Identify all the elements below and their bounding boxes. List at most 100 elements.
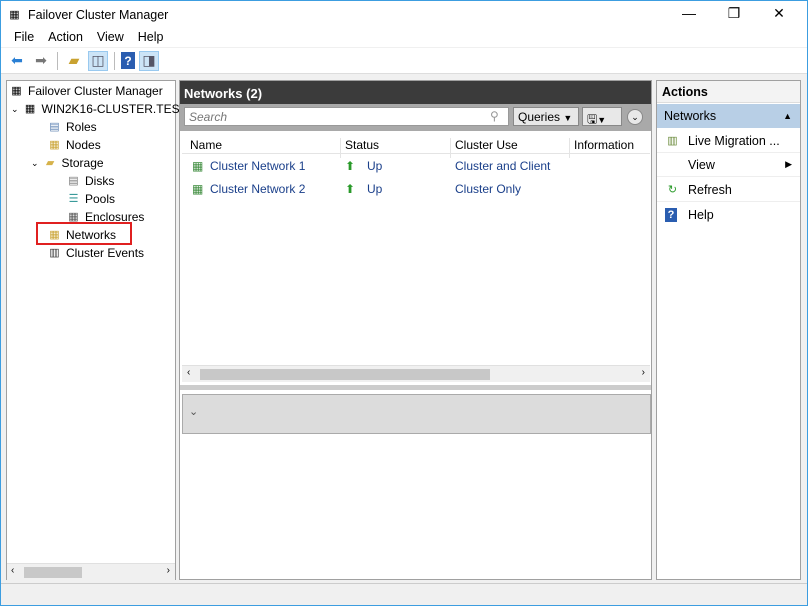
menu-file[interactable]: File	[7, 29, 41, 47]
action-help[interactable]: ? Help	[657, 203, 800, 227]
list-horizontal-scrollbar[interactable]: ‹ ›	[182, 365, 650, 382]
tree-label: WIN2K16-CLUSTER.TES	[41, 102, 180, 116]
tree-item-cluster[interactable]: ⌄ ▦ WIN2K16-CLUSTER.TES	[11, 100, 180, 118]
row-cluster-use: Cluster Only	[455, 182, 522, 196]
actions-title: Actions	[657, 81, 800, 103]
queries-label: Queries	[518, 110, 561, 124]
collapse-icon[interactable]: ▲	[783, 111, 792, 121]
cluster-app-icon: ▦	[9, 9, 20, 21]
nodes-icon: ▦	[49, 139, 60, 151]
networks-pane: Networks (2) Search ⚲ Queries ▼ 🖫▼ ⌄ Nam…	[179, 80, 652, 580]
tree-item-pools[interactable]: ☰ Pools	[66, 190, 115, 208]
menu-view[interactable]: View	[90, 29, 131, 47]
row-status: Up	[367, 182, 383, 196]
maximize-button[interactable]: ❐	[719, 5, 749, 22]
scroll-thumb[interactable]	[24, 567, 82, 578]
roles-icon: ▤	[49, 121, 60, 133]
column-status[interactable]: Status	[345, 138, 379, 152]
tree-item-nodes[interactable]: ▦ Nodes	[47, 136, 101, 154]
expand-icon[interactable]: ⌄	[627, 109, 643, 125]
storage-folder-icon: ▰	[45, 157, 55, 169]
splitter[interactable]	[180, 385, 651, 390]
tree-horizontal-scrollbar[interactable]: ‹ ›	[7, 563, 175, 580]
live-migration-icon: ▥	[667, 134, 678, 147]
search-input[interactable]: Search	[184, 107, 509, 126]
help-icon[interactable]: ?	[121, 52, 135, 69]
save-query-button[interactable]: 🖫▼	[582, 107, 622, 126]
tree-label: Failover Cluster Manager	[28, 84, 163, 98]
search-icon[interactable]: ⚲	[490, 109, 499, 123]
minimize-button[interactable]: —	[674, 5, 704, 21]
save-icon: 🖫	[587, 112, 598, 126]
status-bar	[1, 583, 807, 605]
queries-button[interactable]: Queries ▼	[513, 107, 579, 126]
scroll-left-icon[interactable]: ‹	[11, 565, 14, 576]
action-label: Live Migration ...	[688, 133, 780, 148]
row-status: Up	[367, 159, 383, 173]
up-folder-icon[interactable]: ▰	[64, 51, 84, 71]
network-icon: ▦	[192, 159, 204, 173]
forward-icon[interactable]: ➡	[31, 51, 51, 71]
row-name: Cluster Network 2	[210, 182, 306, 196]
tree-item-storage[interactable]: ⌄ ▰ Storage	[31, 154, 104, 172]
toolbar-divider	[57, 51, 58, 70]
tree-item-root[interactable]: ▦ Failover Cluster Manager	[9, 82, 163, 100]
status-up-icon: ⬆	[345, 159, 356, 173]
show-hide-console-tree-icon[interactable]: ◫	[88, 50, 108, 71]
highlight-box	[36, 222, 132, 245]
help-icon: ?	[665, 208, 677, 222]
search-bar: Search ⚲ Queries ▼ 🖫▼ ⌄	[180, 104, 651, 131]
scroll-left-icon[interactable]: ‹	[187, 367, 190, 378]
column-cluster-use[interactable]: Cluster Use	[455, 138, 518, 152]
chevron-down-icon[interactable]: ⌄	[31, 158, 39, 169]
action-label: Help	[688, 208, 714, 222]
back-icon[interactable]: ⬅	[7, 51, 27, 71]
app-window: ▦ Failover Cluster Manager — ❐ ✕ File Ac…	[0, 0, 808, 606]
window-title: Failover Cluster Manager	[28, 8, 169, 22]
tree-label: Nodes	[66, 138, 101, 152]
tree-label: Pools	[85, 192, 116, 206]
close-button[interactable]: ✕	[764, 5, 794, 22]
action-view[interactable]: View ▶	[657, 153, 800, 177]
menu-action[interactable]: Action	[41, 29, 90, 47]
actions-pane: Actions Networks ▲ ▥ Live Migration ... Vi…	[656, 80, 801, 580]
menu-help[interactable]: Help	[131, 29, 171, 47]
section-label: Networks	[664, 109, 717, 123]
tree-label: Storage	[61, 156, 104, 170]
row-name: Cluster Network 1	[210, 159, 306, 173]
chevron-down-icon[interactable]: ⌄	[189, 405, 198, 418]
toolbar: ⬅ ➡ ▰ ◫ ? ◨	[1, 48, 807, 74]
scroll-right-icon[interactable]: ›	[167, 565, 170, 576]
tree-item-cluster-events[interactable]: ▥ Cluster Events	[47, 244, 144, 262]
dropdown-arrow-icon: ▼	[563, 113, 573, 123]
chevron-down-icon[interactable]: ⌄	[11, 104, 19, 115]
show-hide-action-pane-icon[interactable]: ◨	[139, 50, 159, 71]
action-live-migration[interactable]: ▥ Live Migration ...	[657, 129, 800, 153]
refresh-icon: ↻	[667, 183, 678, 196]
tree-item-disks[interactable]: ▤ Disks	[66, 172, 114, 190]
console-tree: ▦ Failover Cluster Manager ⌄ ▦ WIN2K16-CLUS…	[6, 80, 180, 580]
action-label: Refresh	[688, 182, 732, 197]
tree-item-roles[interactable]: ▤ Roles	[47, 118, 97, 136]
table-row[interactable]: ▦ Cluster Network 1 ⬆ Up Cluster and Cli…	[182, 155, 650, 177]
scroll-right-icon[interactable]: ›	[642, 367, 645, 378]
menu-bar: File Action View Help	[1, 29, 807, 47]
tree-label: Roles	[66, 120, 97, 134]
actions-section-networks[interactable]: Networks ▲	[657, 104, 800, 128]
action-refresh[interactable]: ↻ Refresh	[657, 178, 800, 202]
pools-icon: ☰	[68, 193, 79, 205]
tree-label: Cluster Events	[66, 246, 145, 260]
pane-title: Networks (2)	[180, 81, 651, 104]
scroll-thumb[interactable]	[200, 369, 490, 380]
cluster-icon: ▦	[11, 85, 22, 97]
submenu-arrow-icon: ▶	[785, 159, 792, 169]
cluster-icon: ▦	[24, 103, 36, 115]
dropdown-arrow-icon: ▼	[597, 115, 607, 125]
events-icon: ▥	[49, 247, 60, 259]
title-bar: ▦ Failover Cluster Manager — ❐ ✕	[1, 1, 807, 29]
disks-icon: ▤	[68, 175, 79, 187]
details-panel: ⌄	[182, 394, 651, 434]
column-information[interactable]: Information	[574, 138, 634, 152]
column-name[interactable]: Name	[190, 138, 222, 152]
table-row[interactable]: ▦ Cluster Network 2 ⬆ Up Cluster Only	[182, 178, 650, 200]
